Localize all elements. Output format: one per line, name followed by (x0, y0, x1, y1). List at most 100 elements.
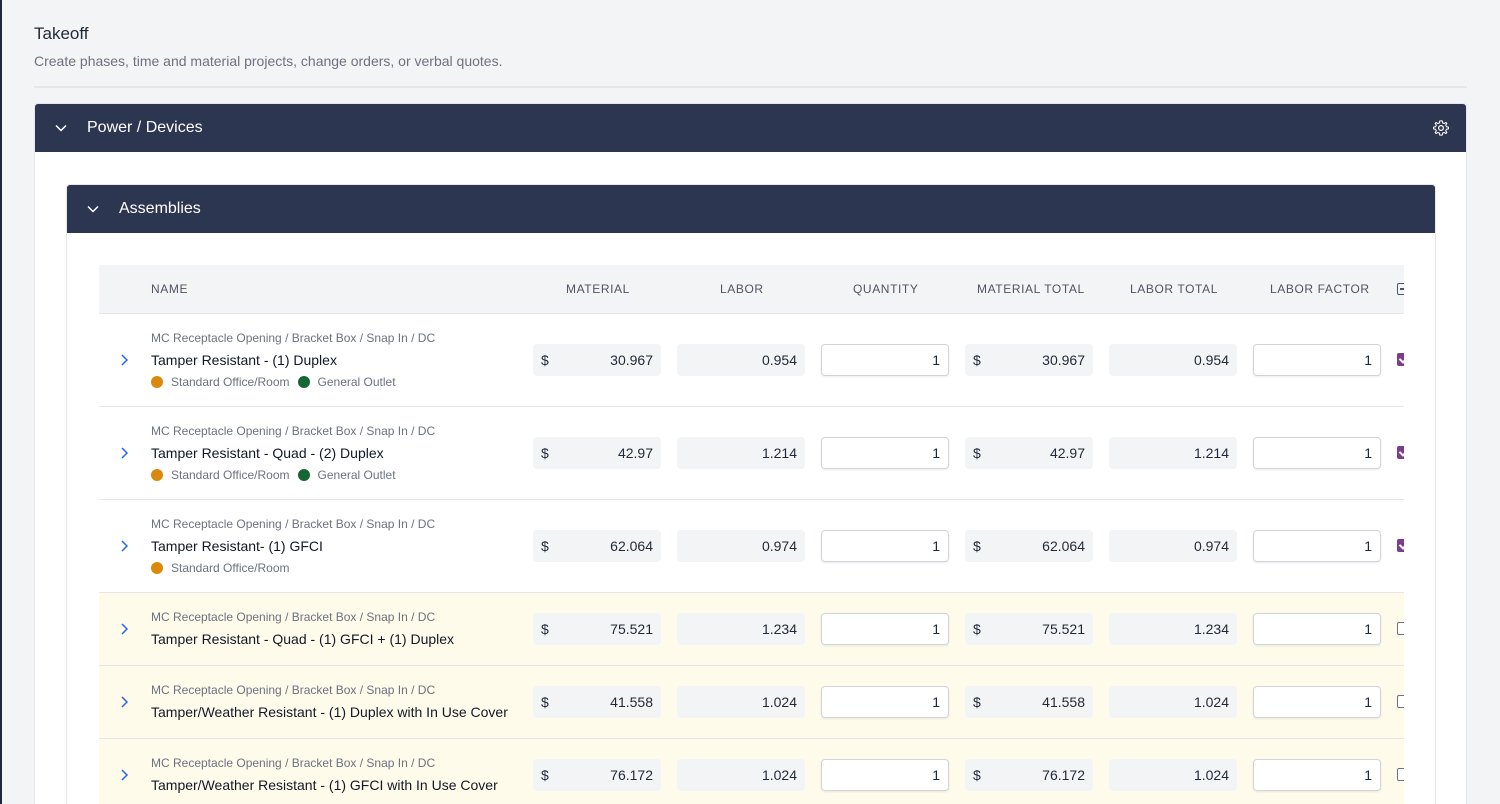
chevron-right-icon[interactable] (119, 768, 131, 782)
quantity-input[interactable]: 1 (821, 613, 949, 645)
orange-dot-icon (151, 562, 163, 574)
quantity-input[interactable]: 1 (821, 530, 949, 562)
labor-total-cell: 1.024 (1109, 759, 1237, 791)
orange-dot-icon (151, 469, 163, 481)
labor-factor-value: 1 (1364, 538, 1372, 554)
window-edge (0, 0, 2, 804)
material-value: 76.172 (610, 767, 653, 783)
select-all-checkbox[interactable] (1397, 283, 1404, 295)
quantity-value: 1 (932, 538, 940, 554)
row-checkbox[interactable] (1397, 539, 1404, 552)
labor-factor-value: 1 (1364, 767, 1372, 783)
row-tags: Standard Office/Room General Outlet (151, 375, 404, 389)
quantity-value: 1 (932, 767, 940, 783)
labor-factor-value: 1 (1364, 445, 1372, 461)
col-material[interactable]: MATERIAL (566, 282, 630, 296)
assemblies-table: NAME MATERIAL LABOR QUANTITY MATERIAL TO… (99, 265, 1404, 804)
labor-value: 0.954 (761, 352, 797, 368)
labor-total-cell: 1.234 (1109, 613, 1237, 645)
labor-factor-input[interactable]: 1 (1253, 530, 1381, 562)
row-category: MC Receptacle Opening / Bracket Box / Sn… (151, 683, 436, 697)
chevron-right-icon[interactable] (119, 695, 131, 709)
tag: Standard Office/Room (151, 375, 290, 389)
labor-factor-value: 1 (1364, 694, 1372, 710)
currency-symbol: $ (541, 538, 549, 554)
chevron-right-icon[interactable] (119, 446, 131, 460)
material-total-value: 30.967 (1042, 352, 1085, 368)
material-value: 41.558 (610, 694, 653, 710)
table-header: NAME MATERIAL LABOR QUANTITY MATERIAL TO… (99, 265, 1404, 314)
labor-total-cell: 0.974 (1109, 530, 1237, 562)
currency-symbol: $ (541, 767, 549, 783)
labor-factor-input[interactable]: 1 (1253, 437, 1381, 469)
labor-factor-input[interactable]: 1 (1253, 686, 1381, 718)
chevron-right-icon[interactable] (119, 622, 131, 636)
material-cell: $30.967 (533, 344, 661, 376)
subsection-assemblies: Assemblies NAME MATERIAL LABOR QUANTITY … (66, 184, 1436, 804)
labor-value: 1.024 (761, 767, 797, 783)
col-labor-total[interactable]: LABOR TOTAL (1130, 282, 1218, 296)
subsection-header[interactable]: Assemblies (67, 185, 1435, 233)
labor-cell: 1.024 (677, 759, 805, 791)
section-power-devices: Power / Devices Assemblies NAME MATERIAL… (34, 103, 1467, 804)
page-subtitle: Create phases, time and material project… (34, 53, 503, 69)
labor-total-cell: 0.954 (1109, 344, 1237, 376)
quantity-input[interactable]: 1 (821, 759, 949, 791)
currency-symbol: $ (541, 621, 549, 637)
section-title: Power / Devices (87, 119, 203, 136)
quantity-input[interactable]: 1 (821, 686, 949, 718)
quantity-input[interactable]: 1 (821, 437, 949, 469)
row-category: MC Receptacle Opening / Bracket Box / Sn… (151, 331, 436, 345)
row-checkbox[interactable] (1397, 353, 1404, 366)
labor-value: 0.974 (761, 538, 797, 554)
material-total-value: 75.521 (1042, 621, 1085, 637)
section-header[interactable]: Power / Devices (35, 104, 1466, 152)
row-name: Tamper Resistant- (1) GFCI (151, 538, 323, 554)
col-material-total[interactable]: MATERIAL TOTAL (977, 282, 1085, 296)
chevron-right-icon[interactable] (119, 353, 131, 367)
labor-total-value: 1.214 (1193, 445, 1229, 461)
subsection-title: Assemblies (119, 200, 201, 217)
row-name: Tamper Resistant - Quad - (1) GFCI + (1)… (151, 631, 455, 647)
chevron-down-icon[interactable] (86, 202, 100, 216)
row-checkbox[interactable] (1397, 446, 1404, 459)
labor-factor-value: 1 (1364, 621, 1372, 637)
col-labor[interactable]: LABOR (720, 282, 764, 296)
material-cell: $62.064 (533, 530, 661, 562)
divider (34, 86, 1467, 88)
material-total-value: 42.97 (1049, 445, 1085, 461)
table-row: MC Receptacle Opening / Bracket Box / Sn… (99, 739, 1404, 804)
labor-cell: 1.234 (677, 613, 805, 645)
labor-total-cell: 1.214 (1109, 437, 1237, 469)
chevron-right-icon[interactable] (119, 539, 131, 553)
row-checkbox[interactable] (1397, 695, 1404, 708)
col-quantity[interactable]: QUANTITY (853, 282, 918, 296)
labor-total-value: 1.024 (1193, 694, 1229, 710)
material-value: 30.967 (610, 352, 653, 368)
row-name: Tamper Resistant - (1) Duplex (151, 352, 337, 368)
tag: Standard Office/Room (151, 468, 290, 482)
row-name: Tamper/Weather Resistant - (1) Duplex wi… (151, 704, 508, 720)
page-title: Takeoff (34, 24, 89, 43)
col-name[interactable]: NAME (151, 282, 188, 296)
row-checkbox[interactable] (1397, 622, 1404, 635)
labor-factor-input[interactable]: 1 (1253, 613, 1381, 645)
labor-factor-input[interactable]: 1 (1253, 344, 1381, 376)
labor-factor-input[interactable]: 1 (1253, 759, 1381, 791)
row-tags: Standard Office/Room General Outlet (151, 468, 404, 482)
material-total-value: 76.172 (1042, 767, 1085, 783)
quantity-input[interactable]: 1 (821, 344, 949, 376)
labor-total-cell: 1.024 (1109, 686, 1237, 718)
currency-symbol: $ (973, 767, 981, 783)
col-labor-factor[interactable]: LABOR FACTOR (1270, 282, 1370, 296)
labor-cell: 0.954 (677, 344, 805, 376)
labor-value: 1.214 (761, 445, 797, 461)
labor-cell: 1.024 (677, 686, 805, 718)
material-value: 42.97 (617, 445, 653, 461)
currency-symbol: $ (541, 445, 549, 461)
gear-icon[interactable] (1432, 119, 1450, 137)
currency-symbol: $ (973, 694, 981, 710)
chevron-down-icon[interactable] (54, 121, 68, 135)
material-total-cell: $42.97 (965, 437, 1093, 469)
row-checkbox[interactable] (1397, 768, 1404, 781)
